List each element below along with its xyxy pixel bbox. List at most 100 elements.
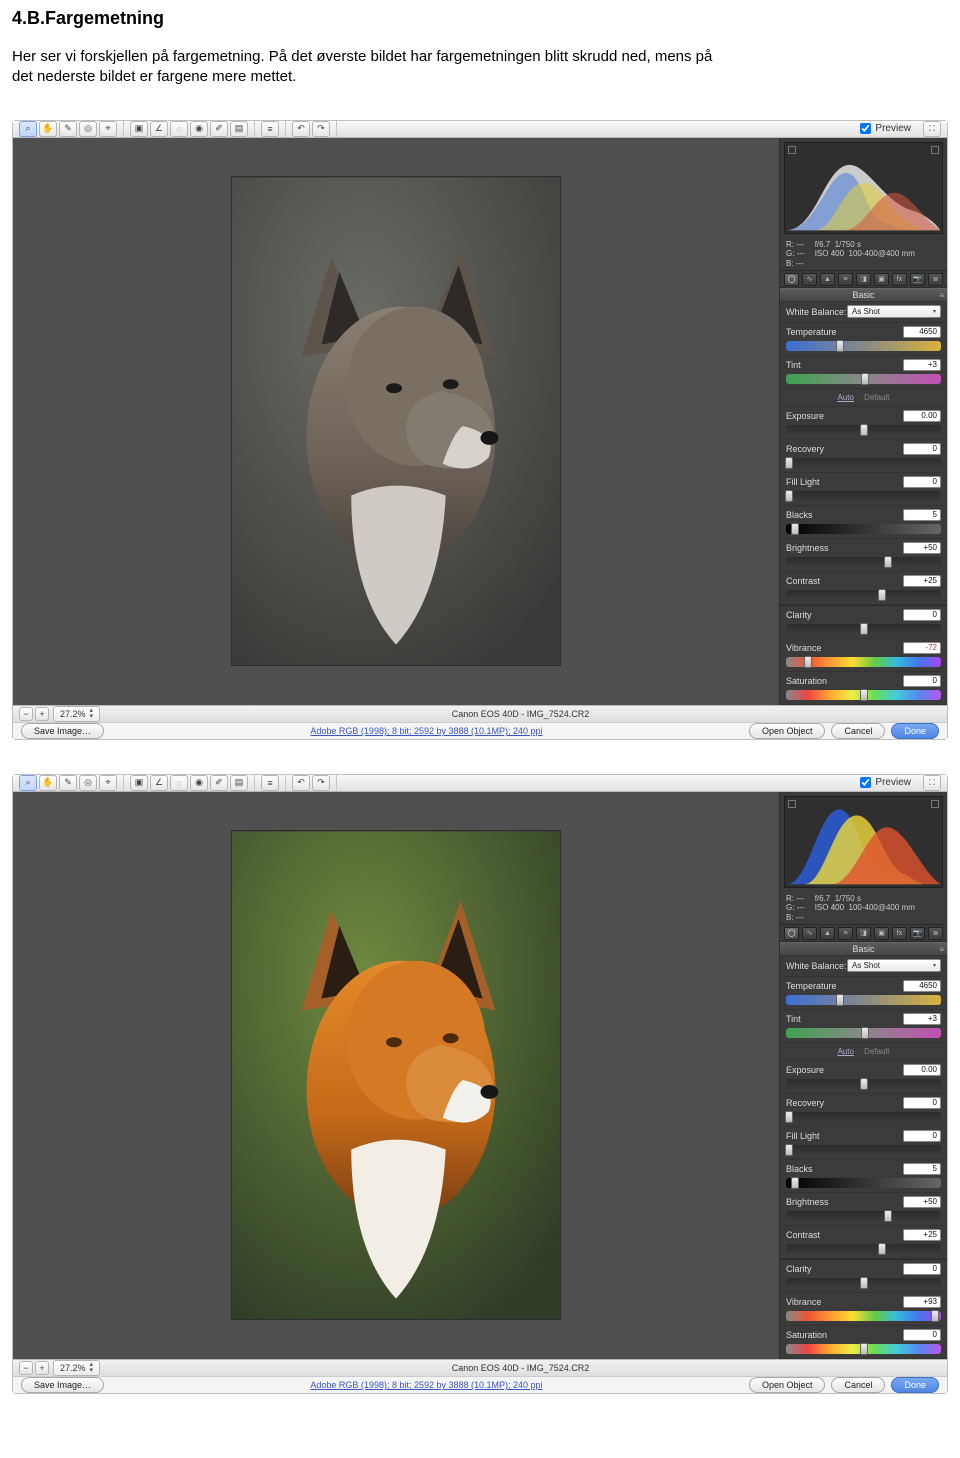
redeye-tool-icon[interactable]: ◉ xyxy=(190,775,208,791)
exposure-slider[interactable] xyxy=(786,1079,941,1089)
contrast-value[interactable]: +25 xyxy=(903,575,941,587)
rotate-ccw-icon[interactable]: ↶ xyxy=(292,121,310,137)
filllight-value[interactable]: 0 xyxy=(903,1130,941,1142)
fullscreen-toggle-icon[interactable]: ⛶ xyxy=(923,775,941,791)
tab-curve-icon[interactable]: ∿ xyxy=(802,273,817,286)
saturation-slider[interactable] xyxy=(786,690,941,700)
panel-menu-icon[interactable]: ≡ xyxy=(939,291,944,300)
recovery-slider[interactable] xyxy=(786,458,941,468)
preview-checkbox[interactable]: Preview xyxy=(860,123,911,134)
tab-fx-icon[interactable]: fx xyxy=(892,927,907,940)
done-button[interactable]: Done xyxy=(891,723,939,739)
tab-cal-icon[interactable]: 📷 xyxy=(910,927,925,940)
contrast-slider[interactable] xyxy=(786,590,941,600)
wb-tool-icon[interactable]: ✎ xyxy=(59,775,77,791)
zoom-out-icon[interactable]: − xyxy=(19,707,33,721)
preview-check-input[interactable] xyxy=(860,123,871,134)
rotate-cw-icon[interactable]: ↷ xyxy=(312,775,330,791)
clarity-slider[interactable] xyxy=(786,624,941,634)
hand-tool-icon[interactable]: ✋ xyxy=(39,121,57,137)
prefs-icon[interactable]: ≡ xyxy=(261,775,279,791)
image-stage[interactable] xyxy=(13,792,779,1360)
exposure-value[interactable]: 0.00 xyxy=(903,1064,941,1076)
brightness-slider[interactable] xyxy=(786,1211,941,1221)
tab-hsl-icon[interactable]: ≡ xyxy=(838,273,853,286)
tint-slider[interactable] xyxy=(786,374,941,384)
target-adjust-icon[interactable]: ⌖ xyxy=(99,121,117,137)
vibrance-slider[interactable] xyxy=(786,657,941,667)
brush-tool-icon[interactable]: ✐ xyxy=(210,121,228,137)
tint-value[interactable]: +3 xyxy=(903,359,941,371)
tab-split-icon[interactable]: ◨ xyxy=(856,273,871,286)
exposure-value[interactable]: 0.00 xyxy=(903,410,941,422)
tab-detail-icon[interactable]: ▲ xyxy=(820,273,835,286)
save-image-button[interactable]: Save Image… xyxy=(21,1377,104,1393)
zoom-tool-icon[interactable]: ⌕ xyxy=(19,775,37,791)
tab-hsl-icon[interactable]: ≡ xyxy=(838,927,853,940)
preview-check-input[interactable] xyxy=(860,777,871,788)
blacks-value[interactable]: 5 xyxy=(903,509,941,521)
saturation-slider[interactable] xyxy=(786,1344,941,1354)
rotate-ccw-icon[interactable]: ↶ xyxy=(292,775,310,791)
recovery-value[interactable]: 0 xyxy=(903,443,941,455)
saturation-value[interactable]: 0 xyxy=(903,675,941,687)
tab-basic-icon[interactable]: ◯ xyxy=(784,273,799,286)
clarity-value[interactable]: 0 xyxy=(903,609,941,621)
rotate-cw-icon[interactable]: ↷ xyxy=(312,121,330,137)
image-stage[interactable] xyxy=(13,138,779,706)
panel-menu-icon[interactable]: ≡ xyxy=(939,945,944,954)
blacks-value[interactable]: 5 xyxy=(903,1163,941,1175)
recovery-slider[interactable] xyxy=(786,1112,941,1122)
color-sampler-icon[interactable]: ◎ xyxy=(79,775,97,791)
filllight-value[interactable]: 0 xyxy=(903,476,941,488)
spot-tool-icon[interactable]: ◌ xyxy=(170,775,188,791)
temperature-slider[interactable] xyxy=(786,341,941,351)
zoom-out-icon[interactable]: − xyxy=(19,1361,33,1375)
wb-tool-icon[interactable]: ✎ xyxy=(59,121,77,137)
histogram[interactable] xyxy=(784,142,943,234)
zoom-in-icon[interactable]: + xyxy=(35,1361,49,1375)
target-adjust-icon[interactable]: ⌖ xyxy=(99,775,117,791)
clarity-value[interactable]: 0 xyxy=(903,1263,941,1275)
tab-fx-icon[interactable]: fx xyxy=(892,273,907,286)
wb-select[interactable]: As Shot▾ xyxy=(847,305,941,318)
tab-cal-icon[interactable]: 📷 xyxy=(910,273,925,286)
preview-checkbox[interactable]: Preview xyxy=(860,777,911,788)
straighten-tool-icon[interactable]: ∠ xyxy=(150,121,168,137)
default-link[interactable]: Default xyxy=(864,1047,889,1056)
filllight-slider[interactable] xyxy=(786,491,941,501)
crop-tool-icon[interactable]: ▣ xyxy=(130,775,148,791)
tab-split-icon[interactable]: ◨ xyxy=(856,927,871,940)
auto-link[interactable]: Auto xyxy=(837,1047,853,1056)
done-button[interactable]: Done xyxy=(891,1377,939,1393)
histogram[interactable] xyxy=(784,796,943,888)
tab-curve-icon[interactable]: ∿ xyxy=(802,927,817,940)
save-image-button[interactable]: Save Image… xyxy=(21,723,104,739)
vibrance-value[interactable]: +93 xyxy=(903,1296,941,1308)
vibrance-value[interactable]: -72 xyxy=(903,642,941,654)
temperature-slider[interactable] xyxy=(786,995,941,1005)
blacks-slider[interactable] xyxy=(786,1178,941,1188)
contrast-slider[interactable] xyxy=(786,1244,941,1254)
exposure-slider[interactable] xyxy=(786,425,941,435)
tab-lens-icon[interactable]: ▣ xyxy=(874,927,889,940)
redeye-tool-icon[interactable]: ◉ xyxy=(190,121,208,137)
temperature-value[interactable]: 4650 xyxy=(903,980,941,992)
wb-select[interactable]: As Shot▾ xyxy=(847,959,941,972)
contrast-value[interactable]: +25 xyxy=(903,1229,941,1241)
tab-preset-icon[interactable]: ≣ xyxy=(928,927,943,940)
tab-detail-icon[interactable]: ▲ xyxy=(820,927,835,940)
default-link[interactable]: Default xyxy=(864,393,889,402)
shadow-clip-icon[interactable] xyxy=(788,800,796,808)
tab-preset-icon[interactable]: ≣ xyxy=(928,273,943,286)
cancel-button[interactable]: Cancel xyxy=(831,1377,885,1393)
vibrance-slider[interactable] xyxy=(786,1311,941,1321)
blacks-slider[interactable] xyxy=(786,524,941,534)
brush-tool-icon[interactable]: ✐ xyxy=(210,775,228,791)
zoom-level[interactable]: 27.2%▴▾ xyxy=(53,706,100,722)
brightness-value[interactable]: +50 xyxy=(903,542,941,554)
saturation-value[interactable]: 0 xyxy=(903,1329,941,1341)
open-object-button[interactable]: Open Object xyxy=(749,723,826,739)
cancel-button[interactable]: Cancel xyxy=(831,723,885,739)
prefs-icon[interactable]: ≡ xyxy=(261,121,279,137)
